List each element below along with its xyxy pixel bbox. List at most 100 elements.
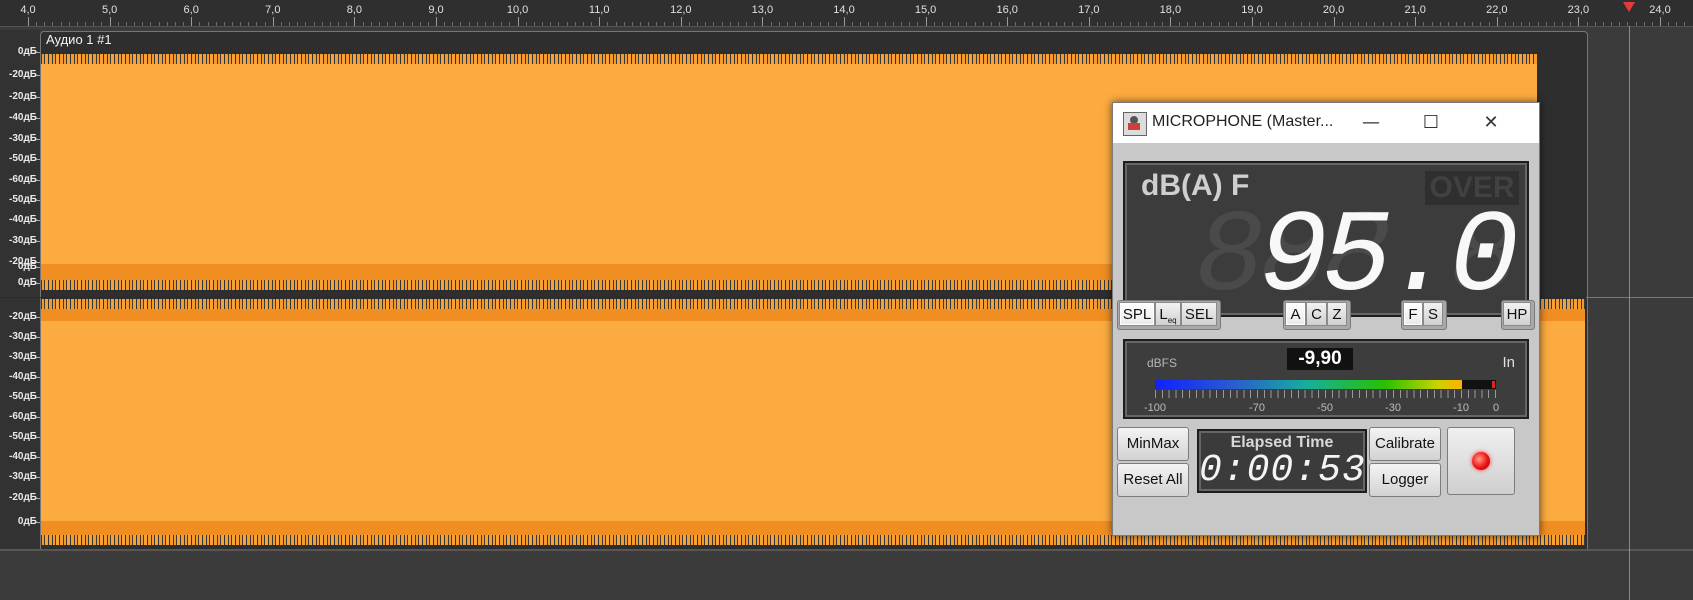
spl-value: 95.0 (1258, 192, 1519, 324)
db-scale-label: -40дБ (9, 214, 37, 225)
ruler-tick-mark (1170, 17, 1172, 26)
db-scale-label: -20дБ (9, 91, 37, 102)
minmax-button[interactable]: MinMax (1117, 427, 1189, 461)
ruler-minor-tick (1586, 22, 1588, 26)
ruler-minor-tick (582, 22, 584, 26)
minimize-button[interactable]: — (1351, 109, 1391, 137)
ruler-minor-tick (1113, 22, 1115, 26)
ruler-minor-tick (44, 22, 46, 26)
ruler-tick-label: 16,0 (996, 4, 1018, 16)
scale-label: 0 (1492, 402, 1500, 414)
db-scale-label: -30дБ (9, 331, 37, 342)
ruler-minor-tick (1129, 22, 1131, 26)
ruler-minor-tick (1284, 22, 1286, 26)
title-bar[interactable]: MICROPHONE (Master... — ☐ ✕ (1113, 103, 1539, 143)
ruler-minor-tick (1456, 22, 1457, 26)
ruler-tick-label: 20,0 (1322, 4, 1345, 16)
ruler-tick-mark (599, 17, 601, 26)
ruler-minor-tick (1643, 22, 1645, 26)
ruler-tick-label: 6,0 (183, 4, 199, 16)
ruler-minor-tick (1292, 22, 1294, 26)
db-scale-label: -50дБ (9, 194, 37, 205)
ruler-tick-mark (28, 17, 29, 26)
maximize-button[interactable]: ☐ (1411, 109, 1451, 137)
ruler-minor-tick (411, 22, 413, 26)
spl-button[interactable]: SPL (1119, 302, 1155, 326)
ruler-minor-tick (819, 22, 821, 26)
ruler-minor-tick (1611, 22, 1613, 26)
ruler-minor-tick (1325, 22, 1327, 26)
ruler-minor-tick (1366, 22, 1368, 26)
ruler-minor-tick (778, 22, 780, 26)
db-scale-label: -30дБ (9, 235, 37, 246)
ruler-minor-tick (974, 22, 976, 26)
ruler-minor-tick (166, 22, 168, 26)
ruler-minor-tick (142, 22, 144, 26)
ruler-minor-tick (158, 22, 160, 26)
ruler-minor-tick (60, 22, 62, 26)
ruler-minor-tick (248, 22, 250, 26)
ruler-minor-tick (770, 22, 772, 26)
window-title: MICROPHONE (Master... (1152, 113, 1334, 130)
ruler-tick-label: 8,0 (346, 4, 363, 16)
ruler-minor-tick (232, 22, 233, 26)
playhead-marker[interactable] (1623, 2, 1635, 12)
ruler-minor-tick (468, 22, 470, 26)
db-scale-label: -40дБ (9, 371, 37, 382)
ruler-tick-mark (680, 17, 682, 26)
ruler-minor-tick (1488, 22, 1490, 26)
ruler-minor-tick (1276, 22, 1278, 26)
ruler-tick-mark (1252, 17, 1253, 26)
ruler-minor-tick (52, 22, 54, 26)
close-button[interactable]: ✕ (1471, 109, 1511, 137)
playhead-line (1629, 26, 1630, 600)
ruler-minor-tick (305, 22, 307, 26)
ruler-minor-tick (884, 22, 886, 26)
reset-all-button[interactable]: Reset All (1117, 463, 1189, 497)
z-weighting-button[interactable]: Z (1327, 302, 1347, 326)
ruler-minor-tick (852, 22, 854, 26)
ruler-tick-label: 12,0 (670, 4, 692, 16)
logger-button[interactable]: Logger (1369, 463, 1441, 497)
ruler-tick-label: 14,0 (833, 4, 855, 16)
ruler-minor-tick (1056, 22, 1058, 26)
ruler-minor-tick (835, 22, 837, 26)
ruler-minor-tick (1594, 22, 1596, 26)
ruler-minor-tick (362, 22, 364, 26)
input-label[interactable]: In (1502, 354, 1515, 371)
ruler-tick-mark (1578, 17, 1580, 26)
ruler-minor-tick (1105, 22, 1107, 26)
ruler-minor-tick (721, 22, 723, 26)
db-scale-label: 0дБ (17, 516, 37, 527)
leq-button[interactable]: Leq (1155, 302, 1181, 326)
ruler-tick-mark (925, 17, 927, 26)
timeline-ruler[interactable]: 4,0 5,0 6,0 7,0 8,0 9,0 10,0 11,0 12,0 13,0 14,0 15… (0, 0, 1693, 27)
ruler-minor-tick (427, 22, 429, 26)
slow-button[interactable]: S (1423, 302, 1443, 326)
record-button[interactable] (1447, 427, 1515, 495)
ruler-minor-tick (289, 22, 291, 26)
ruler-minor-tick (901, 22, 903, 26)
ruler-minor-tick (672, 22, 674, 26)
fast-button[interactable]: F (1403, 302, 1423, 326)
hp-button[interactable]: HP (1503, 302, 1531, 326)
ruler-minor-tick (1137, 22, 1139, 26)
ruler-minor-tick (982, 22, 984, 26)
ruler-minor-tick (999, 22, 1001, 26)
level-bar (1155, 380, 1496, 389)
db-scale-label: -20дБ (9, 311, 37, 322)
sound-level-meter-window[interactable]: MICROPHONE (Master... — ☐ ✕ dB(A) F OVER… (1112, 102, 1540, 536)
ruler-minor-tick (1154, 22, 1156, 26)
ruler-minor-tick (1390, 22, 1392, 26)
c-weighting-button[interactable]: C (1306, 302, 1327, 326)
sel-button[interactable]: SEL (1181, 302, 1217, 326)
ruler-minor-tick (950, 22, 952, 26)
ruler-minor-tick (827, 22, 829, 26)
ruler-minor-tick (1203, 22, 1205, 26)
ruler-minor-tick (1268, 22, 1270, 26)
ruler-tick-mark (1415, 17, 1417, 26)
a-weighting-button[interactable]: A (1285, 302, 1306, 326)
ruler-minor-tick (1358, 22, 1360, 26)
ruler-minor-tick (85, 22, 87, 26)
calibrate-button[interactable]: Calibrate (1369, 427, 1441, 461)
